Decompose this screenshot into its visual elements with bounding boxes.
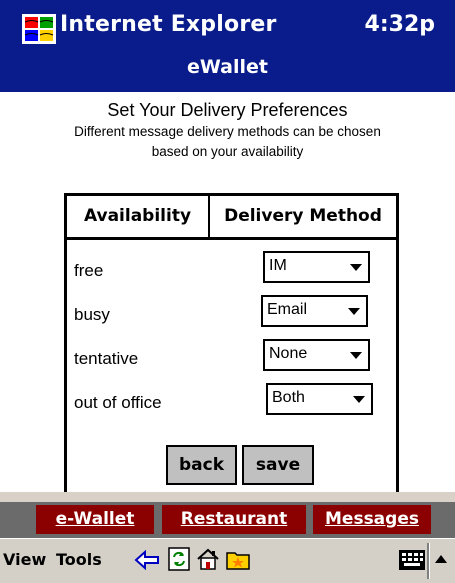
delivery-method-select-out-of-office[interactable]: Both — [266, 383, 373, 415]
description-line-2: based on your availability — [151, 144, 304, 159]
page-content: Set Your Delivery Preferences Different … — [0, 92, 455, 537]
availability-label-free: free — [74, 261, 104, 280]
selected-value: Email — [267, 301, 308, 318]
availability-column-header: Availability — [67, 196, 210, 237]
selected-value: None — [269, 345, 308, 362]
selected-value: Both — [272, 389, 305, 406]
delivery-method-select-tentative[interactable]: None — [263, 339, 370, 371]
pocket-pc-screen: Internet Explorer 4:32p eWallet Set Your… — [0, 0, 455, 583]
delivery-method-select-busy[interactable]: Email — [261, 295, 368, 327]
navigation-link-bar: e-Wallet Restaurant Messages — [0, 492, 455, 538]
tools-menu[interactable]: Tools — [56, 550, 102, 569]
dropdown-arrow-icon — [353, 396, 365, 403]
table-row: out of office Both — [67, 383, 396, 423]
table-row: tentative None — [67, 339, 396, 379]
clock[interactable]: 4:32p — [365, 12, 435, 37]
table-row: busy Email — [67, 295, 396, 335]
table-header: Availability Delivery Method — [67, 196, 396, 240]
keyboard-icon[interactable] — [398, 549, 426, 571]
page-title: eWallet — [187, 56, 268, 78]
restaurant-link[interactable]: Restaurant — [162, 505, 306, 534]
input-menu-arrow-icon[interactable] — [433, 551, 449, 567]
availability-label-out-of-office: out of office — [74, 393, 162, 412]
availability-label-busy: busy — [74, 305, 110, 324]
app-title: Internet Explorer — [60, 12, 277, 37]
delivery-preferences-table: Availability Delivery Method free IM bus… — [64, 193, 399, 537]
refresh-icon[interactable] — [167, 547, 191, 571]
view-menu[interactable]: View — [3, 550, 46, 569]
title-bar: Internet Explorer 4:32p eWallet — [0, 0, 455, 92]
link-bar-divider — [0, 492, 455, 502]
table-row: free IM — [67, 251, 396, 291]
selected-value: IM — [269, 257, 287, 274]
delivery-method-column-header: Delivery Method — [224, 206, 382, 226]
dropdown-arrow-icon — [350, 352, 362, 359]
messages-link[interactable]: Messages — [313, 505, 431, 534]
windows-flag-icon[interactable] — [22, 14, 56, 44]
ewallet-link[interactable]: e-Wallet — [36, 505, 154, 534]
availability-label-tentative: tentative — [74, 349, 139, 368]
command-bar: View Tools — [0, 538, 455, 583]
favorites-icon[interactable] — [226, 547, 250, 571]
preferences-heading: Set Your Delivery Preferences — [107, 100, 348, 120]
save-button[interactable]: save — [242, 445, 314, 485]
delivery-method-select-free[interactable]: IM — [263, 251, 370, 283]
home-icon[interactable] — [196, 547, 220, 571]
command-bar-separator — [427, 543, 430, 579]
dropdown-arrow-icon — [350, 264, 362, 271]
back-arrow-icon[interactable] — [134, 548, 160, 572]
back-button[interactable]: back — [166, 445, 237, 485]
description-line-1: Different message delivery methods can b… — [74, 124, 381, 139]
dropdown-arrow-icon — [348, 308, 360, 315]
preferences-description: Different message delivery methods can b… — [0, 122, 455, 162]
